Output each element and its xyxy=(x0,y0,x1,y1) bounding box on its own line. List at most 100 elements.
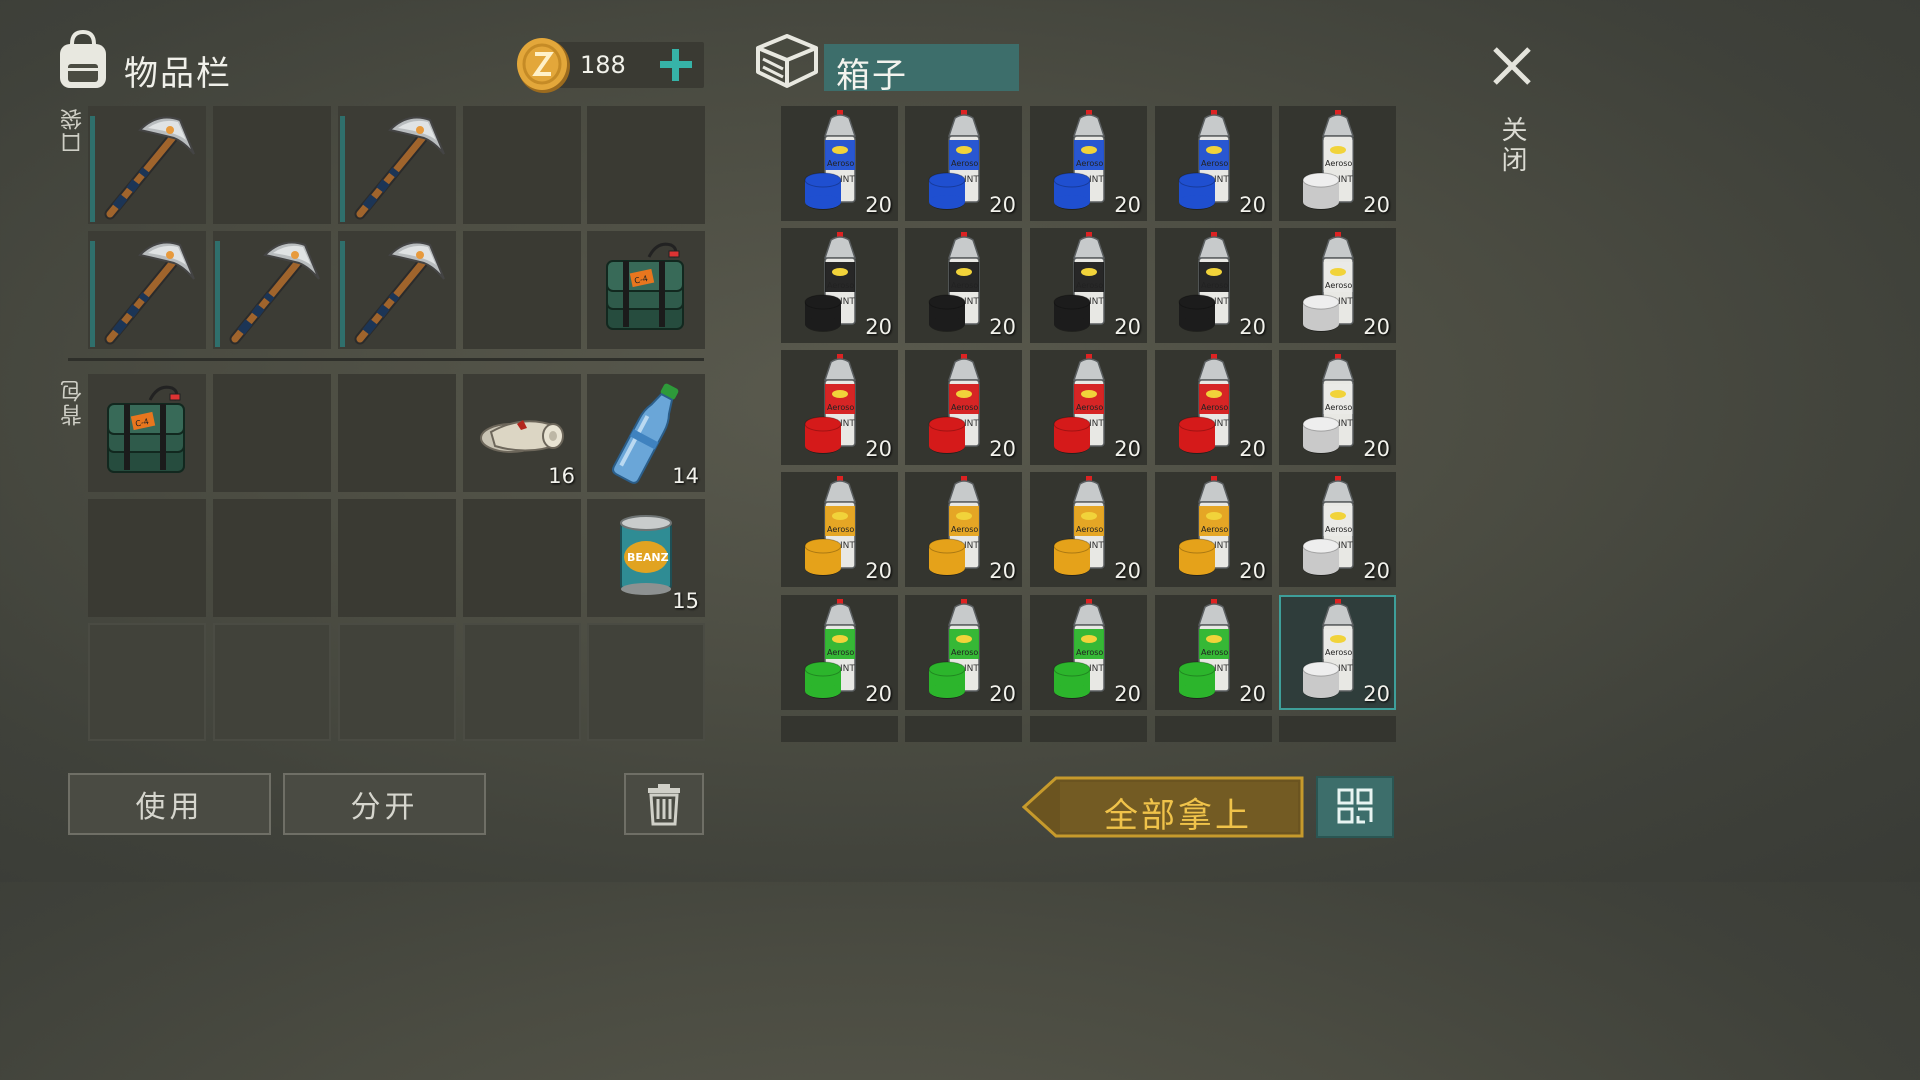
pocket-slot[interactable] xyxy=(338,231,456,349)
crate-slot-white-paint[interactable]: Aeroso PAINT 20 xyxy=(1279,350,1396,465)
item-quantity: 20 xyxy=(989,315,1016,339)
crate-slot-red-paint[interactable]: Aeroso PAINT 20 xyxy=(781,350,898,465)
crate-slot-black-paint[interactable]: Aeroso PAINT 20 xyxy=(1030,228,1147,343)
crate-slot-partial[interactable] xyxy=(781,716,898,742)
backpack-slot[interactable]: BEANZ 15 xyxy=(587,499,705,617)
backpack-slot[interactable] xyxy=(463,499,581,617)
pocket-slot[interactable] xyxy=(587,106,705,224)
svg-text:Aeroso: Aeroso xyxy=(1325,403,1352,412)
pocket-slot[interactable] xyxy=(88,106,206,224)
backpack-slot[interactable] xyxy=(213,499,331,617)
locked-slot xyxy=(88,623,206,741)
pickaxe-icon xyxy=(354,116,445,220)
item-quantity: 20 xyxy=(989,193,1016,217)
item-quantity: 20 xyxy=(1363,315,1390,339)
crate-slot-white-paint[interactable]: Aeroso PAINT 20 xyxy=(1279,595,1396,710)
pickaxe-icon xyxy=(229,241,320,345)
crate-slot-green-paint[interactable]: Aeroso PAINT 20 xyxy=(1155,595,1272,710)
backpack-slot[interactable] xyxy=(213,374,331,492)
item-quantity: 20 xyxy=(865,193,892,217)
trash-button[interactable] xyxy=(624,773,704,835)
crate-slot-green-paint[interactable]: Aeroso PAINT 20 xyxy=(1030,595,1147,710)
coin-icon xyxy=(517,38,570,93)
item-quantity: 20 xyxy=(865,315,892,339)
svg-text:Aeroso: Aeroso xyxy=(1076,281,1103,290)
add-coins-button[interactable] xyxy=(656,44,696,86)
crate-slot-white-paint[interactable]: Aeroso PAINT 20 xyxy=(1279,106,1396,221)
crate-slot-blue-paint[interactable]: Aeroso PAINT 20 xyxy=(905,106,1022,221)
backpack-icon xyxy=(60,30,106,88)
item-quantity: 20 xyxy=(865,682,892,706)
backpack-slot[interactable]: C-4 xyxy=(88,374,206,492)
locked-slot xyxy=(587,623,705,741)
crate-slot-yellow-paint[interactable]: Aeroso PAINT 20 xyxy=(781,472,898,587)
crate-slot-yellow-paint[interactable]: Aeroso PAINT 20 xyxy=(1155,472,1272,587)
crate-slot-red-paint[interactable]: Aeroso PAINT 20 xyxy=(1155,350,1272,465)
backpack-slot[interactable] xyxy=(88,499,206,617)
c4-explosive-icon: C-4 xyxy=(606,242,684,330)
item-quantity: 20 xyxy=(989,437,1016,461)
pocket-slot[interactable] xyxy=(213,106,331,224)
backpack-slot[interactable]: 16 xyxy=(463,374,581,492)
svg-text:Aeroso: Aeroso xyxy=(827,403,854,412)
sort-button[interactable] xyxy=(1316,776,1394,838)
crate-slot-black-paint[interactable]: Aeroso PAINT 20 xyxy=(1155,228,1272,343)
crate-slot-green-paint[interactable]: Aeroso PAINT 20 xyxy=(781,595,898,710)
trash-icon xyxy=(648,784,680,826)
svg-text:Aeroso: Aeroso xyxy=(1325,648,1352,657)
crate-slot-blue-paint[interactable]: Aeroso PAINT 20 xyxy=(1030,106,1147,221)
backpack-slot[interactable] xyxy=(338,499,456,617)
crate-slot-white-paint[interactable]: Aeroso PAINT 20 xyxy=(1279,472,1396,587)
svg-text:Aeroso: Aeroso xyxy=(1201,648,1228,657)
svg-text:Aeroso: Aeroso xyxy=(1076,648,1103,657)
crate-slot-partial[interactable] xyxy=(1279,716,1396,742)
pocket-slot[interactable] xyxy=(88,231,206,349)
crate-slot-black-paint[interactable]: Aeroso PAINT 20 xyxy=(781,228,898,343)
crate-slot-white-paint[interactable]: Aeroso PAINT 20 xyxy=(1279,228,1396,343)
svg-text:Aeroso: Aeroso xyxy=(1201,525,1228,534)
crate-slot-yellow-paint[interactable]: Aeroso PAINT 20 xyxy=(1030,472,1147,587)
crate-slot-yellow-paint[interactable]: Aeroso PAINT 20 xyxy=(905,472,1022,587)
item-quantity: 20 xyxy=(1239,437,1266,461)
crate-slot-green-paint[interactable]: Aeroso PAINT 20 xyxy=(905,595,1022,710)
backpack-slot[interactable]: 14 xyxy=(587,374,705,492)
crate-title: 箱子 xyxy=(836,56,908,96)
svg-text:Aeroso: Aeroso xyxy=(1076,525,1103,534)
pocket-slot[interactable] xyxy=(213,231,331,349)
item-quantity: 16 xyxy=(548,464,575,488)
inventory-title: 物品栏 xyxy=(124,54,232,94)
item-quantity: 20 xyxy=(1363,437,1390,461)
svg-text:Aeroso: Aeroso xyxy=(1076,159,1103,168)
crate-slot-blue-paint[interactable]: Aeroso PAINT 20 xyxy=(1155,106,1272,221)
svg-text:Aeroso: Aeroso xyxy=(827,525,854,534)
pocket-slot[interactable] xyxy=(463,106,581,224)
close-label[interactable]: 关闭 xyxy=(1494,116,1531,176)
split-button[interactable]: 分开 xyxy=(283,773,486,835)
pocket-slot[interactable] xyxy=(463,231,581,349)
use-button[interactable]: 使用 xyxy=(68,773,271,835)
crate-slot-black-paint[interactable]: Aeroso PAINT 20 xyxy=(905,228,1022,343)
item-quantity: 20 xyxy=(1239,559,1266,583)
take-all-label[interactable]: 全部拿上 xyxy=(1104,788,1252,837)
crate-slot-partial[interactable] xyxy=(1155,716,1272,742)
svg-text:Aeroso: Aeroso xyxy=(1076,403,1103,412)
item-quantity: 20 xyxy=(989,559,1016,583)
pocket-slot[interactable] xyxy=(338,106,456,224)
item-quantity: 20 xyxy=(1363,682,1390,706)
crate-slot-red-paint[interactable]: Aeroso PAINT 20 xyxy=(905,350,1022,465)
backpack-slot[interactable] xyxy=(338,374,456,492)
c4-explosive-icon: C-4 xyxy=(107,385,185,473)
svg-text:Aeroso: Aeroso xyxy=(951,281,978,290)
close-icon[interactable] xyxy=(1490,44,1534,88)
pocket-slot[interactable]: C-4 xyxy=(587,231,705,349)
item-quantity: 15 xyxy=(672,589,699,613)
item-quantity: 20 xyxy=(1114,193,1141,217)
crate-slot-red-paint[interactable]: Aeroso PAINT 20 xyxy=(1030,350,1147,465)
svg-text:Aeroso: Aeroso xyxy=(1201,403,1228,412)
crate-slot-blue-paint[interactable]: Aeroso PAINT 20 xyxy=(781,106,898,221)
svg-text:Aeroso: Aeroso xyxy=(1201,281,1228,290)
crate-slot-partial[interactable] xyxy=(1030,716,1147,742)
crate-slot-partial[interactable] xyxy=(905,716,1022,742)
svg-text:BEANZ: BEANZ xyxy=(627,551,669,564)
svg-text:Aeroso: Aeroso xyxy=(951,525,978,534)
